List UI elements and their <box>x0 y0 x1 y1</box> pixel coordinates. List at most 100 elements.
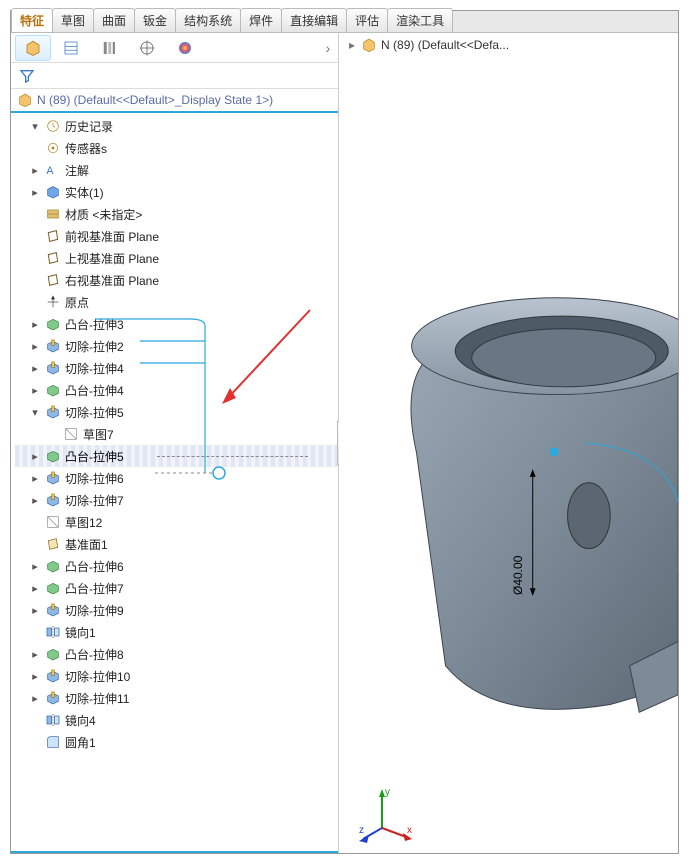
model-render <box>339 33 678 853</box>
tree-item[interactable]: 草图7 <box>15 423 338 445</box>
tree-item-label: 切除-拉伸6 <box>65 470 124 487</box>
tree-item[interactable]: 上视基准面 Plane <box>15 247 338 269</box>
tree-item[interactable]: ▸ 切除-拉伸2 <box>15 335 338 357</box>
boss-icon <box>45 580 61 596</box>
tree-item-label: 原点 <box>65 294 89 311</box>
tree-item[interactable]: 原点 <box>15 291 338 313</box>
tree-item[interactable]: 传感器s <box>15 137 338 159</box>
tree-item[interactable]: ▸实体(1) <box>15 181 338 203</box>
sketch-icon <box>63 426 79 442</box>
tree-item[interactable]: 右视基准面 Plane <box>15 269 338 291</box>
tree-item-label: 草图7 <box>83 426 114 443</box>
view-triad[interactable]: y x z <box>357 783 417 843</box>
plane-icon <box>45 250 61 266</box>
collapse-icon[interactable]: ▾ <box>29 406 41 419</box>
tree-item-label: 注解 <box>65 162 89 179</box>
tree-item[interactable]: 前视基准面 Plane <box>15 225 338 247</box>
ribbon-tab[interactable]: 结构系统 <box>175 8 241 32</box>
tree-item-label: 切除-拉伸11 <box>65 690 129 707</box>
tree-item-label: 凸台-拉伸8 <box>65 646 124 663</box>
boss-icon <box>45 558 61 574</box>
ribbon-tab[interactable]: 焊件 <box>240 8 282 32</box>
tree-item[interactable]: ▸ 切除-拉伸6 <box>15 467 338 489</box>
tree-header[interactable]: N (89) (Default<<Default>_Display State … <box>11 89 338 113</box>
ribbon-tab[interactable]: 渲染工具 <box>387 8 453 32</box>
tree-item-label: 切除-拉伸2 <box>65 338 124 355</box>
collapse-icon[interactable]: ▾ <box>29 120 41 133</box>
boss-icon <box>45 382 61 398</box>
ribbon-tab[interactable]: 直接编辑 <box>281 8 347 32</box>
tree-item[interactable]: 草图12 <box>15 511 338 533</box>
tree-item[interactable]: ▾历史记录 <box>15 115 338 137</box>
origin-icon <box>45 294 61 310</box>
tree-item[interactable]: 镜向1 <box>15 621 338 643</box>
panel-tab-dimxpert-icon[interactable] <box>129 35 165 61</box>
expand-icon[interactable]: ▸ <box>29 582 41 595</box>
tree-item[interactable]: ▸切除-拉伸10 <box>15 665 338 687</box>
tree-item-label: 凸台-拉伸5 <box>65 448 124 465</box>
tree-item[interactable]: ▸凸台-拉伸3 <box>15 313 338 335</box>
tree-item-label: 基准面1 <box>65 536 108 553</box>
tree-item[interactable]: ▸凸台-拉伸4 <box>15 379 338 401</box>
material-icon <box>45 206 61 222</box>
panel-tab-appearance-icon[interactable] <box>167 35 203 61</box>
tree-item-label: 镜向1 <box>65 624 96 641</box>
tree-item[interactable]: 基准面1 <box>15 533 338 555</box>
panel-tabs-more-icon[interactable]: › <box>318 40 338 56</box>
tree-item[interactable]: ▸切除-拉伸4 <box>15 357 338 379</box>
expand-icon[interactable]: ▸ <box>29 362 41 375</box>
graphics-viewport[interactable]: ▸ N (89) (Default<<Defa... <box>339 33 678 853</box>
panel-tab-icons: › <box>11 33 338 63</box>
tree-item[interactable]: ▸ A 注解 <box>15 159 338 181</box>
expand-icon[interactable]: ▸ <box>29 670 41 683</box>
funnel-icon[interactable] <box>19 68 35 84</box>
expand-icon[interactable]: ▸ <box>29 164 41 177</box>
tree-item[interactable]: 镜向4 <box>15 709 338 731</box>
ribbon-tab[interactable]: 钣金 <box>134 8 176 32</box>
tree-item-label: 镜向4 <box>65 712 96 729</box>
svg-text:A: A <box>46 165 54 177</box>
expand-icon[interactable]: ▸ <box>29 318 41 331</box>
tree-item[interactable]: 圆角1 <box>15 731 338 753</box>
tree-item-label: 切除-拉伸7 <box>65 492 124 509</box>
tree-item-label: 圆角1 <box>65 734 96 751</box>
ribbon-tab[interactable]: 特征 <box>11 8 53 32</box>
expand-icon[interactable]: ▸ <box>29 494 41 507</box>
tree-item[interactable]: ▾切除-拉伸5 <box>15 401 338 423</box>
cut-icon <box>45 404 61 420</box>
panel-tab-config-icon[interactable] <box>91 35 127 61</box>
expand-icon[interactable]: ▸ <box>29 560 41 573</box>
tree-item[interactable]: ▸ 切除-拉伸7 <box>15 489 338 511</box>
expand-icon[interactable]: ▸ <box>29 186 41 199</box>
tree-item[interactable]: ▸切除-拉伸9 <box>15 599 338 621</box>
panel-tab-feature-tree-icon[interactable] <box>15 35 51 61</box>
tree-item[interactable]: 材质 <未指定> <box>15 203 338 225</box>
expand-icon[interactable]: ▸ <box>29 604 41 617</box>
ribbon-tab[interactable]: 曲面 <box>93 8 135 32</box>
cut-icon <box>45 690 61 706</box>
ribbon-tab[interactable]: 评估 <box>346 8 388 32</box>
expand-icon[interactable]: ▸ <box>29 450 41 463</box>
plane-icon <box>45 272 61 288</box>
expand-icon[interactable]: ▸ <box>29 648 41 661</box>
panel-tab-property-icon[interactable] <box>53 35 89 61</box>
plane-icon <box>45 228 61 244</box>
expand-icon[interactable]: ▸ <box>29 340 41 353</box>
cut-icon <box>45 668 61 684</box>
tree-item[interactable]: ▸ 凸台-拉伸7 <box>15 577 338 599</box>
ribbon-tab[interactable]: 草图 <box>52 8 94 32</box>
expand-icon[interactable]: ▸ <box>29 692 41 705</box>
sensor-icon <box>45 140 61 156</box>
tree-item[interactable]: ▸凸台-拉伸6 <box>15 555 338 577</box>
tree-item-label: 凸台-拉伸7 <box>65 580 124 597</box>
tree-item[interactable]: ▸ 凸台-拉伸5 <box>15 445 338 467</box>
expand-icon[interactable]: ▸ <box>29 472 41 485</box>
tree-item-label: 材质 <未指定> <box>65 206 142 223</box>
boss-icon <box>45 646 61 662</box>
dimension-label[interactable]: Ø40.00 <box>511 556 525 595</box>
tree-item[interactable]: ▸ 凸台-拉伸8 <box>15 643 338 665</box>
history-icon <box>45 118 61 134</box>
sketch-icon <box>45 514 61 530</box>
tree-item[interactable]: ▸ 切除-拉伸11 <box>15 687 338 709</box>
expand-icon[interactable]: ▸ <box>29 384 41 397</box>
